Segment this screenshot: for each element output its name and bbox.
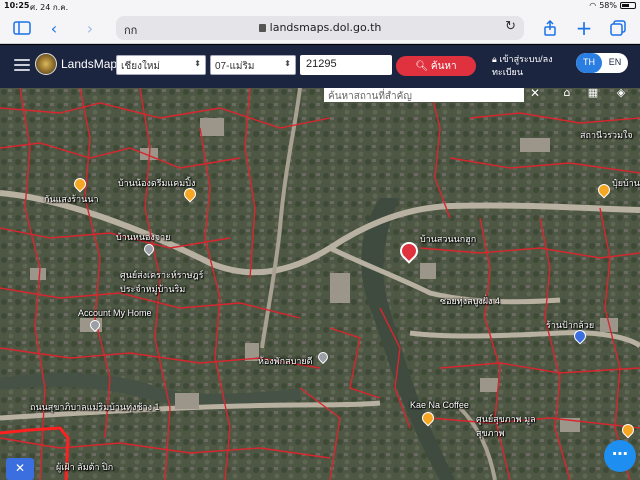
place-label: กันแสงร้านนา <box>44 194 99 204</box>
chevron-updown-icon: ⬍ <box>194 59 201 68</box>
battery-fill <box>622 4 629 7</box>
search-button[interactable]: 🔍︎ ค้นหา <box>396 56 476 76</box>
district-select[interactable]: 07-แม่ริม ⬍ <box>210 55 296 75</box>
place-label: สถานีวรวมใจ <box>580 130 633 140</box>
new-tab-icon[interactable]: + <box>574 16 594 40</box>
chevron-updown-icon: ⬍ <box>284 59 291 68</box>
landmark-search-input[interactable]: ค้นหาสถานที่สำคัญ <box>324 88 524 102</box>
tools-icon: ✕ <box>14 461 26 475</box>
place-label: Kae Na Coffee <box>410 400 469 410</box>
search-icon: 🔍︎ <box>415 61 429 72</box>
forward-icon[interactable]: › <box>80 18 100 38</box>
road-label: ถนนสุขาภิบาลแม่ริมบ้านทุ่งช้าง 1 <box>30 402 160 412</box>
map-canvas[interactable]: กันแสงร้านนา บ้านน้องดรีมแคมปิ้ง บ้านหนอ… <box>0 88 640 480</box>
status-time: 10:25 <box>4 1 30 10</box>
province-value: เชียงใหม่ <box>121 61 161 72</box>
dol-logo <box>35 53 57 75</box>
status-right: ◠ 58% <box>589 1 636 10</box>
place-label: ศูนย์ส่งเคราะห์ราษฎร์ ประจำหมู่บ้านริม <box>120 270 204 294</box>
place-label: ผู้เฝ้า ลัมต้า ปิก <box>56 462 114 472</box>
place-label: ร้านป้ากล้วย <box>546 320 595 330</box>
home-icon[interactable]: ⌂ <box>558 86 576 102</box>
login-link[interactable]: 🔒︎ เข้าสู่ระบบ/ลงทะเบียน <box>492 53 572 79</box>
place-label: บ้านน้องดรีมแคมปิ้ง <box>118 178 196 188</box>
province-select[interactable]: เชียงใหม่ ⬍ <box>116 55 206 75</box>
sidebar-icon[interactable] <box>12 18 32 38</box>
parcel-number-input[interactable]: 21295 <box>300 55 392 75</box>
place-label: บ้านหนองจาย <box>116 232 171 242</box>
grid-icon[interactable]: ▦ <box>584 86 602 102</box>
login-label: เข้าสู่ระบบ/ลงทะเบียน <box>492 54 553 77</box>
layers-icon[interactable]: ◈ <box>612 86 630 102</box>
share-icon[interactable] <box>540 18 560 38</box>
more-icon: ⋯ <box>612 444 628 463</box>
menu-icon[interactable] <box>14 59 30 71</box>
brand-name: LandsMaps <box>61 57 124 71</box>
language-toggle[interactable]: TH EN <box>576 53 628 73</box>
measure-tools-button[interactable]: ✕ <box>6 458 34 480</box>
place-label: บ้านสวนนกฮูก <box>420 234 477 244</box>
tabs-icon[interactable] <box>608 18 628 38</box>
close-icon[interactable]: ✕ <box>530 86 540 100</box>
road-label: ซอยทุ่งสบูงฝั่ง 4 <box>440 296 500 306</box>
district-value: 07-แม่ริม <box>215 61 255 72</box>
browser-toolbar: ‹ › กก landsmaps.dol.go.th ↻ + <box>0 12 640 44</box>
parcel-number-value: 21295 <box>306 58 337 70</box>
landmark-search-placeholder: ค้นหาสถานที่สำคัญ <box>328 91 412 102</box>
ios-status-bar: 10:25 ศ. 24 ก.ค. ◠ 58% <box>0 0 640 12</box>
lock-icon: 🔒︎ <box>492 54 497 64</box>
address-url: landsmaps.dol.go.th <box>116 21 524 34</box>
reload-icon[interactable]: ↻ <box>505 19 516 34</box>
lock-icon <box>258 24 266 32</box>
back-icon[interactable]: ‹ <box>44 18 64 38</box>
search-button-label: ค้นหา <box>430 61 457 72</box>
place-label: ห้องพักสบายดี <box>258 356 313 366</box>
url-text: landsmaps.dol.go.th <box>269 21 382 34</box>
address-bar[interactable]: กก landsmaps.dol.go.th ↻ <box>116 16 524 40</box>
more-options-button[interactable]: ⋯ <box>604 440 636 472</box>
battery-text: 58% <box>599 1 617 10</box>
wifi-icon: ◠ <box>589 1 597 10</box>
lang-th[interactable]: TH <box>576 53 602 73</box>
place-label: ปุ๋ยบ้าน <box>612 178 640 188</box>
lang-en[interactable]: EN <box>602 53 628 73</box>
battery-icon <box>620 2 636 9</box>
landsmaps-header: LandsMaps เชียงใหม่ ⬍ 07-แม่ริม ⬍ 21295 … <box>0 45 640 88</box>
place-label: ศูนย์สุขภาพ มูลสุขภาพ <box>476 414 536 438</box>
app-root: 10:25 ศ. 24 ก.ค. ◠ 58% ‹ › กก landsmaps.… <box>0 0 640 480</box>
place-label: Account My Home <box>78 308 152 318</box>
